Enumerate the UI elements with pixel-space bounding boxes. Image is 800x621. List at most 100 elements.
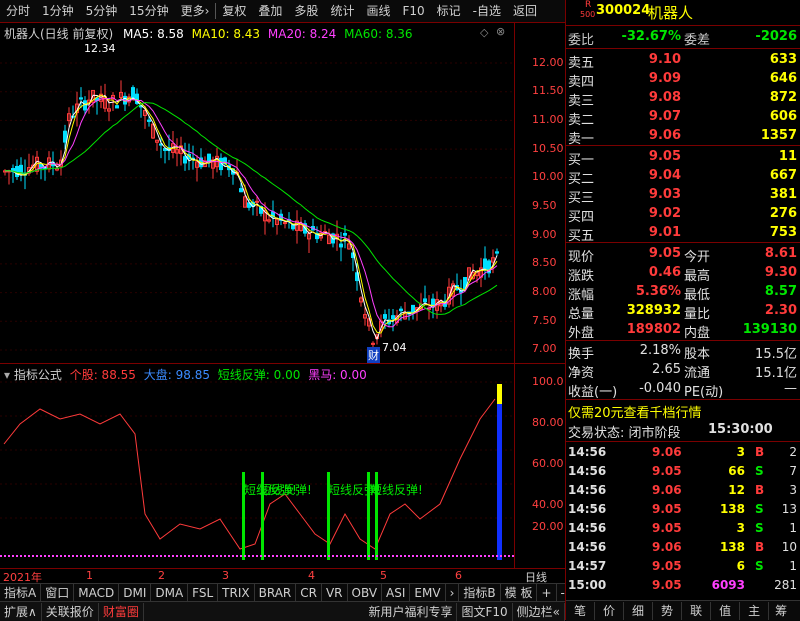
- ind-axis-label: 100.0: [532, 375, 564, 388]
- tab-emv[interactable]: EMV: [410, 584, 446, 602]
- ask-volume: 872: [769, 90, 797, 105]
- status-tuwen-f10[interactable]: 图文F10: [457, 602, 513, 621]
- weicha-value: -2026: [755, 29, 797, 44]
- candle-body: [291, 224, 295, 230]
- promo-link[interactable]: 仅需20元查看千档行情: [566, 401, 800, 421]
- indicator-panel[interactable]: ▾ 指标公式 个股: 88.55 大盘: 98.85 短线反弹: 0.00 黑马…: [0, 364, 565, 568]
- status-guanlian[interactable]: 关联报价: [42, 602, 99, 621]
- tick-row: 14:56 9.05 138 S 13: [566, 501, 800, 519]
- tab-obv[interactable]: OBV: [348, 584, 383, 602]
- side-tab-zhi[interactable]: 值: [711, 602, 741, 620]
- kline-panel[interactable]: 机器人(日线 前复权) MA5: 8.58 MA10: 8.43 MA20: 8…: [0, 23, 565, 363]
- stat-row: 总量 328932 量比 2.30: [566, 302, 800, 322]
- toolbar-zixuan[interactable]: -自选: [467, 1, 507, 21]
- top-toolbar: 分时 1分钟 5分钟 15分钟 更多› 复权 叠加 多股 统计 画线 F10 标…: [0, 0, 565, 23]
- stat-row: 现价 9.05 今开 8.61: [566, 245, 800, 265]
- tab-vr[interactable]: VR: [322, 584, 348, 602]
- tick-count: 2: [789, 445, 797, 459]
- bid-row: 买三 9.03 381: [566, 186, 800, 206]
- tick-side: B: [755, 540, 765, 554]
- toolbar-tongji[interactable]: 统计: [324, 1, 360, 21]
- tab-cr[interactable]: CR: [296, 584, 322, 602]
- tick-count: 1: [789, 521, 797, 535]
- quote-panel: R 500 300024 机器人 委比 -32.67% 委差 -2026 卖五 9…: [565, 0, 800, 621]
- stat-row: 外盘 189802 内盘 139130: [566, 321, 800, 341]
- status-caifuquan[interactable]: 财富圈: [99, 602, 144, 621]
- ask-row: 卖一 9.06 1357: [566, 127, 800, 147]
- tab-moban[interactable]: 模 板: [501, 584, 538, 602]
- stat-row: 涨幅 5.36% 最低 8.57: [566, 283, 800, 303]
- tab-plus[interactable]: +: [537, 584, 557, 602]
- tick-time: 14:56: [568, 445, 607, 459]
- time-axis-month: 4: [308, 569, 315, 582]
- toolbar-15min[interactable]: 15分钟: [123, 1, 174, 21]
- candle-body: [239, 188, 243, 193]
- tick-time: 14:56: [568, 521, 607, 535]
- side-tab-lian[interactable]: 联: [682, 602, 712, 620]
- toolbar-fuquan[interactable]: 复权: [216, 1, 252, 21]
- tick-side: B: [755, 483, 765, 497]
- tab-dmi[interactable]: DMI: [119, 584, 152, 602]
- tab-zhibiao-b[interactable]: 指标B: [459, 584, 501, 602]
- tab-macd[interactable]: MACD: [74, 584, 120, 602]
- tab-brar[interactable]: BRAR: [255, 584, 297, 602]
- high-price-label: 12.34: [84, 42, 116, 55]
- ma60-line: [5, 101, 498, 315]
- tab-zhibiao-a[interactable]: 指标A: [0, 584, 42, 602]
- tick-row: 14:56 9.06 138 B 10: [566, 539, 800, 557]
- tick-time: 14:57: [568, 559, 607, 573]
- tick-price: 9.05: [652, 578, 682, 592]
- status-sidebar[interactable]: 侧边栏«: [513, 602, 565, 621]
- bid-row: 买二 9.04 667: [566, 167, 800, 187]
- time-axis-month: 2: [158, 569, 165, 582]
- tick-volume: 3: [736, 445, 745, 459]
- toolbar-f10[interactable]: F10: [396, 1, 430, 21]
- side-tab-chou[interactable]: 筹: [769, 602, 793, 620]
- toolbar-huaxian[interactable]: 画线: [360, 1, 396, 21]
- tab-dma[interactable]: DMA: [151, 584, 189, 602]
- toolbar-5min[interactable]: 5分钟: [80, 1, 124, 21]
- stat-label: 现价: [568, 250, 595, 265]
- stat-label: 量比: [684, 307, 711, 322]
- status-expand[interactable]: 扩展∧: [0, 602, 42, 621]
- toolbar-more[interactable]: 更多›: [175, 1, 216, 21]
- candle-body: [147, 119, 151, 122]
- side-tab-jia[interactable]: 价: [595, 602, 625, 620]
- tab-chuangkou[interactable]: 窗口: [41, 584, 75, 602]
- stat2-label: 换手: [568, 347, 595, 362]
- divider: [566, 48, 800, 49]
- tab-asi[interactable]: ASI: [382, 584, 411, 602]
- tab-more-arrow[interactable]: ›: [446, 584, 460, 602]
- tab-trix[interactable]: TRIX: [218, 584, 255, 602]
- time-axis-month: 6: [455, 569, 462, 582]
- indicator-line: [3, 398, 496, 550]
- toolbar-1min[interactable]: 1分钟: [36, 1, 80, 21]
- side-tab-zhu[interactable]: 主: [740, 602, 770, 620]
- ask-row: 卖二 9.07 606: [566, 108, 800, 128]
- divider: [566, 340, 800, 341]
- candle-body: [115, 105, 119, 109]
- status-newuser[interactable]: 新用户福利专享: [364, 602, 458, 621]
- candle-body: [495, 251, 499, 254]
- toolbar-fenshi[interactable]: 分时: [0, 1, 36, 21]
- bid-volume: 381: [769, 187, 797, 202]
- side-tab-xi[interactable]: 细: [624, 602, 654, 620]
- side-tab-bi[interactable]: 笔: [566, 602, 596, 620]
- toolbar-diejia[interactable]: 叠加: [252, 1, 288, 21]
- tick-side: S: [755, 464, 764, 478]
- side-tab-shi[interactable]: 势: [653, 602, 683, 620]
- tab-fsl[interactable]: FSL: [188, 584, 219, 602]
- toolbar-duogu[interactable]: 多股: [288, 1, 324, 21]
- toolbar-biaoji[interactable]: 标记: [431, 1, 467, 21]
- promo-text[interactable]: 仅需20元查看千档行情: [568, 402, 702, 421]
- stat-label: 最低: [684, 288, 711, 303]
- kline-chart: [0, 62, 514, 351]
- ask-row: 卖五 9.10 633: [566, 51, 800, 71]
- cai-badge[interactable]: 财: [367, 347, 380, 363]
- tick-count: 281: [774, 578, 797, 592]
- candle-body: [343, 233, 347, 236]
- tick-volume: 6: [736, 559, 745, 573]
- toolbar-fanhui[interactable]: 返回: [507, 1, 543, 21]
- stat-value: 9.05: [648, 246, 681, 261]
- r-badge: R: [585, 0, 592, 10]
